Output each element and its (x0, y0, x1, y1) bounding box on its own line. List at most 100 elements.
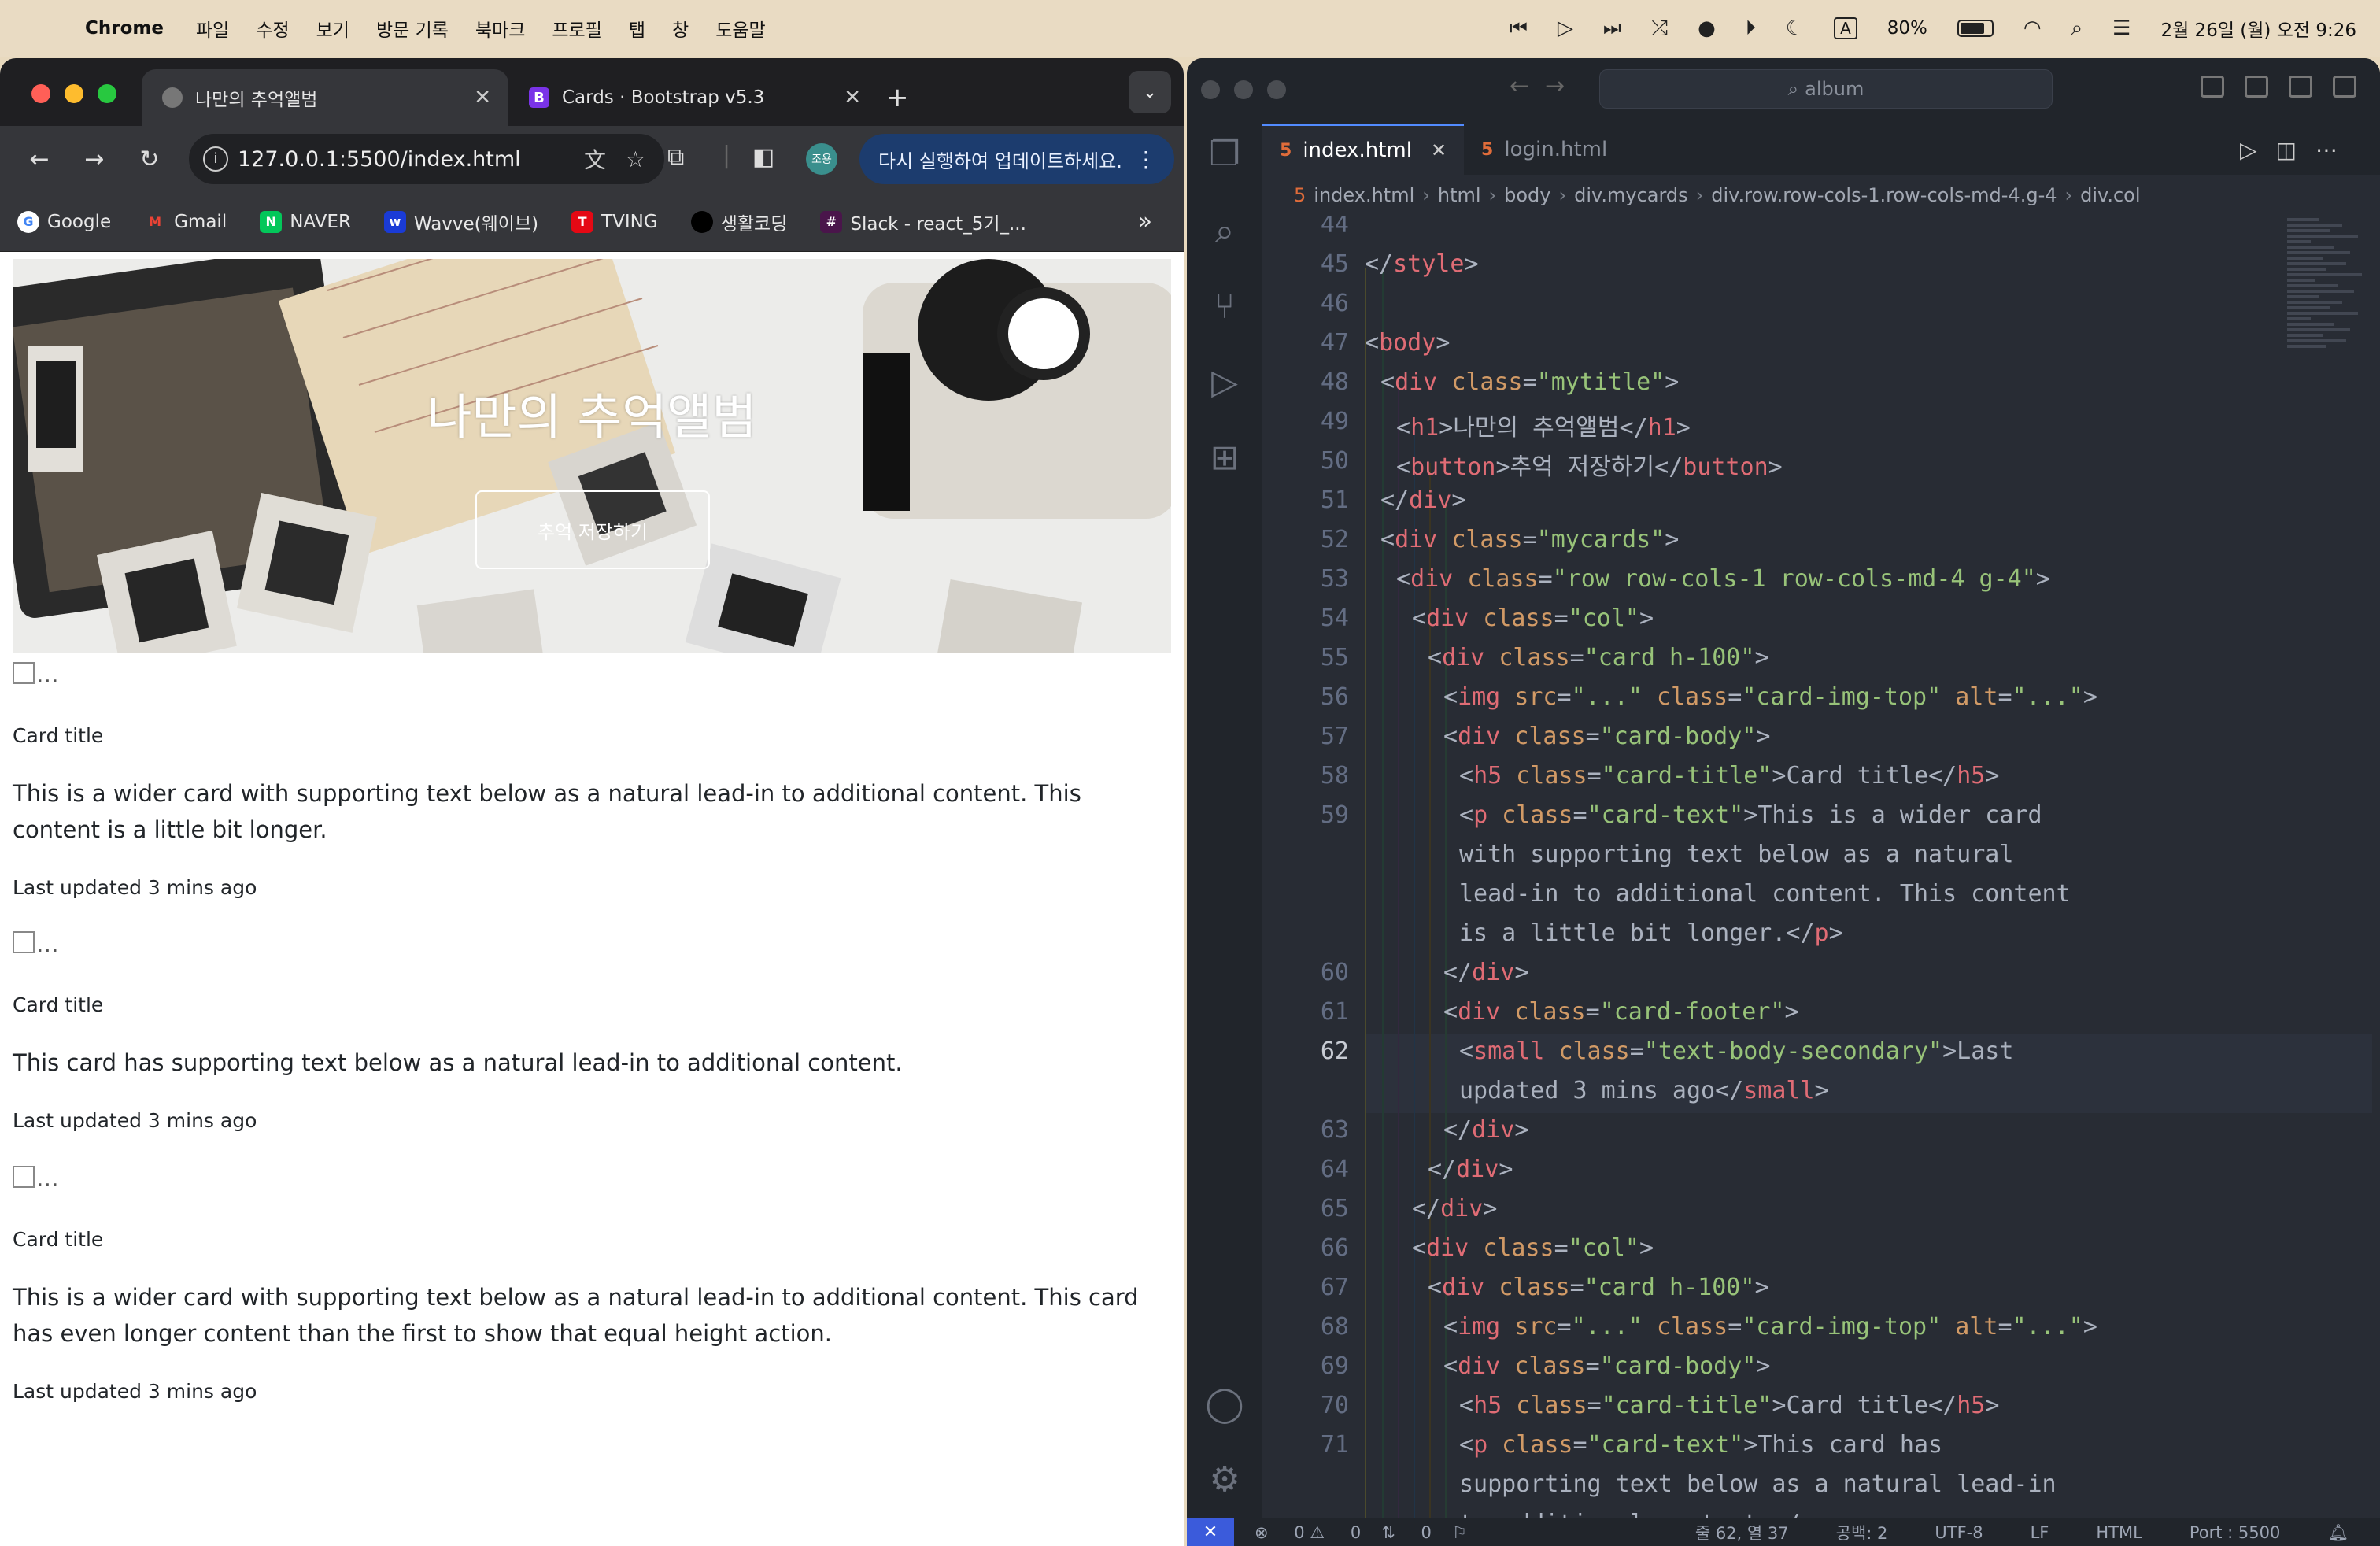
breadcrumb-item[interactable]: html (1438, 184, 1481, 206)
settings-gear-icon[interactable]: ⚙ (1187, 1459, 1262, 1500)
more-menu-icon[interactable]: ⋮ (1135, 146, 1157, 172)
remote-indicator-icon[interactable]: ✕ (1187, 1518, 1234, 1546)
profile-avatar[interactable]: 조용 (806, 143, 837, 175)
next-track-icon[interactable]: ⏭ (1603, 17, 1621, 41)
close-tab-icon[interactable]: ✕ (1431, 139, 1447, 161)
live-server-port[interactable]: Port : 5500 (2190, 1523, 2281, 1542)
play-icon[interactable]: ▷ (1558, 17, 1573, 40)
ports-indicator[interactable]: ⇅ 0 (1381, 1523, 1432, 1542)
menu-window[interactable]: 창 (672, 15, 689, 42)
wifi-icon[interactable]: ◠ (2023, 17, 2042, 40)
control-center-icon[interactable]: ☰ (2112, 17, 2131, 40)
line-number: 56 (1320, 683, 1349, 711)
tab-bootstrap-cards[interactable]: B Cards · Bootstrap v5.3 ✕ (508, 69, 878, 126)
play-circle-icon[interactable]: ⏵ (1746, 17, 1756, 41)
extensions-icon[interactable]: ⊞ (1187, 438, 1262, 478)
breadcrumb-item[interactable]: div.row.row-cols-1.row-cols-md-4.g-4 (1711, 184, 2057, 206)
code-line: <div class="card-body"> (1443, 1352, 1771, 1380)
save-memory-button[interactable]: 추억 저장하기 (475, 490, 710, 569)
back-icon[interactable]: ← (24, 146, 55, 173)
bookmark-gmail[interactable]: M Gmail (144, 211, 227, 233)
menu-history[interactable]: 방문 기록 (376, 15, 449, 42)
input-source-icon[interactable]: A (1834, 17, 1857, 39)
bootstrap-icon: B (529, 87, 549, 108)
update-button[interactable]: 다시 실행하여 업데이트하세요. ⋮ (859, 134, 1174, 184)
breadcrumb-item[interactable]: body (1504, 184, 1550, 206)
notifications-bell-icon[interactable]: 🔔︎ (2327, 1523, 2349, 1543)
end-of-line[interactable]: LF (2031, 1523, 2049, 1542)
window-controls (31, 84, 116, 103)
bookmark-wavve[interactable]: w Wavve(웨이브) (383, 209, 538, 235)
menu-view[interactable]: 보기 (316, 15, 349, 42)
forward-icon[interactable]: → (79, 146, 110, 173)
minimap[interactable] (2287, 216, 2374, 609)
source-control-icon[interactable]: ⑂ (1187, 287, 1262, 327)
translate-icon[interactable]: 文 (584, 143, 606, 175)
new-tab-button[interactable]: + (886, 82, 909, 113)
zoom-window-button[interactable] (1267, 80, 1286, 99)
reload-icon[interactable]: ↻ (134, 146, 165, 173)
toggle-secondary-sidebar-icon[interactable] (2289, 76, 2312, 98)
minimize-window-button[interactable] (1234, 80, 1253, 99)
url-text[interactable]: 127.0.0.1:5500/index.html (238, 147, 521, 172)
bookmark-naver[interactable]: N NAVER (260, 210, 351, 233)
menu-edit[interactable]: 수정 (256, 15, 289, 42)
bookmark-star-icon[interactable]: ☆ (626, 146, 645, 172)
live-share-icon[interactable]: ⚐ (1452, 1523, 1467, 1542)
minimize-window-button[interactable] (65, 84, 83, 103)
customize-layout-icon[interactable] (2333, 76, 2356, 98)
menu-profiles[interactable]: 프로필 (552, 15, 601, 42)
close-tab-icon[interactable]: ✕ (474, 86, 491, 109)
menu-help[interactable]: 도움말 (715, 15, 765, 42)
navigation-arrows[interactable]: ←→ (1510, 72, 1580, 100)
tab-album[interactable]: 나만의 추억앨범 ✕ (142, 69, 508, 126)
previous-track-icon[interactable]: ⏮ (1509, 17, 1527, 41)
more-bookmarks-icon[interactable]: » (1138, 208, 1152, 235)
cursor-position[interactable]: 줄 62, 열 37 (1695, 1521, 1789, 1544)
site-info-icon[interactable]: i (203, 146, 228, 172)
line-number: 50 (1320, 447, 1349, 475)
indentation[interactable]: 공백: 2 (1836, 1521, 1888, 1544)
code-line: <button>추억 저장하기</button> (1396, 453, 1783, 481)
menu-bookmarks[interactable]: 북마크 (475, 15, 525, 42)
breadcrumb-item[interactable]: div.mycards (1574, 184, 1688, 206)
zoom-window-button[interactable] (98, 84, 116, 103)
problems-indicator[interactable]: ⊗ 0 ⚠ 0 (1255, 1523, 1361, 1542)
menu-file[interactable]: 파일 (196, 15, 229, 42)
close-window-button[interactable] (31, 84, 50, 103)
encoding[interactable]: UTF-8 (1935, 1523, 1983, 1542)
toggle-sidebar-icon[interactable] (2201, 76, 2224, 98)
command-center-search[interactable]: ⌕ album (1599, 69, 2053, 109)
code-editor[interactable]: 44 45 46 47 48 49 50 51 52 53 54 55 56 5… (1262, 216, 2380, 1518)
tab-search-button[interactable]: ⌄ (1129, 71, 1171, 113)
explorer-icon[interactable]: ❐ (1187, 134, 1262, 174)
bookmark-slack[interactable]: # Slack - react_5기_... (820, 209, 1026, 235)
extensions-icon[interactable]: ⧉ (667, 143, 684, 171)
shuffle-icon[interactable]: ⤮ (1651, 17, 1668, 41)
bookmark-tving[interactable]: T TVING (571, 210, 658, 233)
tab-index-html[interactable]: 5 index.html ✕ (1262, 124, 1465, 175)
account-icon[interactable]: ◯ (1187, 1384, 1262, 1424)
close-window-button[interactable] (1201, 80, 1220, 99)
toggle-panel-icon[interactable] (2245, 76, 2268, 98)
side-panel-icon[interactable]: ◧ (752, 143, 774, 171)
search-icon[interactable]: ⌕ (1187, 211, 1262, 251)
tab-login-html[interactable]: 5 login.html (1464, 124, 1624, 175)
spotlight-search-icon[interactable]: ⌕ (2071, 17, 2083, 41)
bookmark-opentutorials[interactable]: 생활코딩 (690, 209, 787, 235)
card-footer: Last updated 3 mins ago (13, 1380, 257, 1403)
bookmark-google[interactable]: G Google (17, 210, 111, 233)
app-menu[interactable]: Chrome (85, 18, 164, 39)
moon-icon[interactable]: ☾ (1786, 17, 1804, 40)
chat-bubble-icon[interactable]: ● (1698, 17, 1716, 40)
battery-icon[interactable] (1957, 20, 1994, 37)
run-debug-icon[interactable]: ▷ (1187, 362, 1262, 402)
clock[interactable]: 2월 26일 (월) 오전 9:26 (2160, 15, 2356, 42)
language-mode[interactable]: HTML (2096, 1523, 2142, 1542)
breadcrumb-item[interactable]: index.html (1314, 184, 1414, 206)
editor-actions[interactable]: ▷◫⋯ (2240, 137, 2356, 163)
close-tab-icon[interactable]: ✕ (844, 86, 861, 109)
breadcrumb-item[interactable]: div.col (2080, 184, 2140, 206)
address-bar[interactable]: i 127.0.0.1:5500/index.html 文 ☆ (189, 134, 664, 184)
menu-tab[interactable]: 탭 (629, 15, 645, 42)
